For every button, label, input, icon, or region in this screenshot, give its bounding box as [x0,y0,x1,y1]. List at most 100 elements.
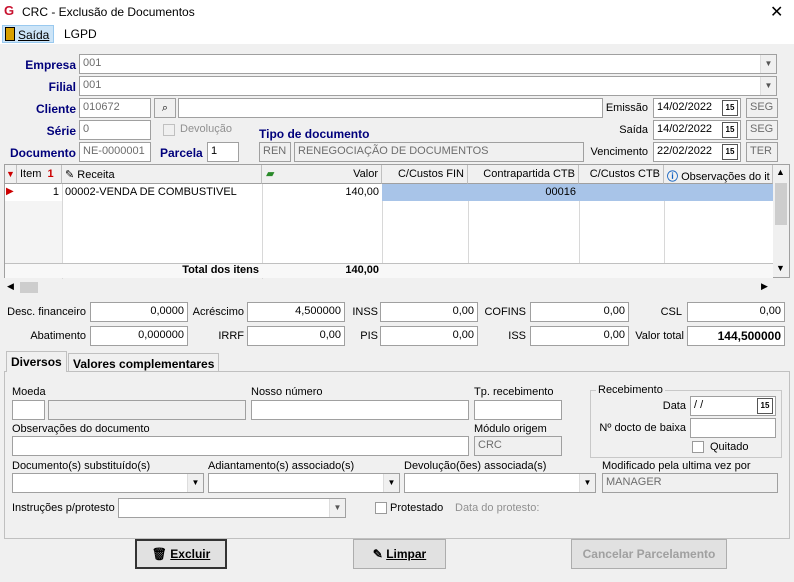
chevron-down-icon[interactable]: ▼ [383,474,399,492]
limpar-label: Limpar [386,547,427,561]
empresa-value: 001 [83,57,102,69]
menu-lgpd[interactable]: LGPD [64,27,97,41]
scroll-right-icon[interactable]: ▶ [761,281,768,292]
irrf-label: IRRF [218,330,244,342]
limpar-button[interactable]: ✎ Limpar [353,539,446,569]
protestado-checkbox[interactable] [375,502,387,514]
close-icon[interactable]: ✕ [770,2,783,22]
scroll-down-icon[interactable]: ▼ [776,263,785,273]
devolucao-label: Devolução [180,123,232,135]
scroll-left-icon[interactable]: ◀ [7,281,14,292]
instrucoes-select[interactable]: ▼ [118,498,346,518]
data-protesto-label: Data do protesto: [455,502,540,514]
desc-fin-input[interactable]: 0,0000 [90,302,188,322]
cofins-input[interactable]: 0,00 [530,302,629,322]
chevron-down-icon[interactable]: ▼ [579,474,595,492]
emissao-day: SEG [746,98,778,118]
devolucao-checkbox[interactable] [163,124,175,136]
acrescimo-input[interactable]: 4,500000 [247,302,345,322]
tab-valores-complementares[interactable]: Valores complementares [68,353,220,372]
cell-receita: 00002-VENDA DE COMBUSTIVEL [65,186,237,198]
protestado-label: Protestado [390,502,444,514]
col-item[interactable]: Item 1 [17,165,62,184]
menu-saida-label: Saída [18,28,50,42]
abatimento-label: Abatimento [30,330,86,342]
trash-icon: 🗑 [151,547,167,561]
moeda-code-input[interactable] [12,400,45,420]
total-row: Total dos itens 140,00 [5,263,773,278]
cancelar-parcelamento-button[interactable]: Cancelar Parcelamento [571,539,727,569]
empresa-select[interactable]: 001 ▼ [79,54,777,74]
scroll-thumb[interactable] [775,183,787,225]
cancelar-label: Cancelar Parcelamento [582,547,716,561]
calendar-icon[interactable]: 15 [757,398,773,414]
csl-input[interactable]: 0,00 [687,302,785,322]
col-valor[interactable]: ▰ Valor [262,165,382,184]
tp-recebimento-label: Tp. recebimento [474,386,554,398]
col-ccustos-fin[interactable]: C/Custos FIN [382,165,468,184]
cliente-code-input[interactable]: 010672 [79,98,151,118]
serie-input[interactable]: 0 [79,120,151,140]
col-observacoes[interactable]: ⓘ Observações do it [664,165,773,184]
tp-recebimento-input[interactable] [474,400,562,420]
chevron-down-icon[interactable]: ▼ [760,55,776,73]
items-grid[interactable]: ▼ Item 1 ✎ Receita ▰ Valor C/Custos FIN … [4,164,790,280]
recebimento-data-input[interactable]: / / 15 [690,396,776,416]
adiant-select[interactable]: ▼ [208,473,400,493]
col-item-label: Item [20,168,42,180]
saida-date-input[interactable]: 14/02/2022 15 [653,120,741,140]
serie-label: Série [46,124,76,138]
parcela-input[interactable]: 1 [207,142,239,162]
emissao-label: Emissão [605,102,648,114]
table-row[interactable]: ▶ 1 00002-VENDA DE COMBUSTIVEL 140,00 00… [5,184,773,201]
chevron-down-icon[interactable]: ▼ [760,77,776,95]
doc-subst-select[interactable]: ▼ [12,473,204,493]
nosso-numero-input[interactable] [251,400,469,420]
obs-doc-input[interactable] [12,436,469,456]
tipo-doc-label: Tipo de documento [259,127,370,141]
quitado-checkbox[interactable] [692,441,704,453]
menu-saida[interactable]: Saída [2,25,54,43]
desc-fin-label: Desc. financeiro [7,306,86,318]
filial-select[interactable]: 001 ▼ [79,76,777,96]
calendar-icon[interactable]: 15 [722,100,738,116]
vencimento-date-input[interactable]: 22/02/2022 15 [653,142,741,162]
chevron-down-icon[interactable]: ▼ [329,499,345,517]
calendar-icon[interactable]: 15 [722,122,738,138]
scroll-thumb[interactable] [20,282,38,293]
documento-input[interactable]: NE-0000001 [79,142,151,162]
col-receita[interactable]: ✎ Receita [62,165,262,184]
emissao-date-input[interactable]: 14/02/2022 15 [653,98,741,118]
chevron-down-icon[interactable]: ▼ [187,474,203,492]
horizontal-scrollbar[interactable]: ◀ ▶ [4,279,790,296]
calendar-icon[interactable]: 15 [722,144,738,160]
down-arrow-icon: ▼ [6,169,15,179]
tipo-doc-code: REN [259,142,291,162]
col-contrapartida[interactable]: Contrapartida CTB [468,165,579,184]
cell-ccustos-fin [382,184,468,188]
recebimento-group-label: Recebimento [596,384,665,396]
modulo-origem-input: CRC [474,436,562,456]
docto-baixa-input[interactable] [690,418,776,438]
cell-item: 1 [52,186,59,198]
vertical-scrollbar[interactable]: ▲ ▼ [773,165,789,277]
empty-area-shade [5,201,62,264]
col-ccustos-ctb[interactable]: C/Custos CTB [579,165,664,184]
quitado-label: Quitado [710,441,749,453]
pis-input[interactable]: 0,00 [380,326,478,346]
excluir-button[interactable]: 🗑 Excluir [135,539,227,569]
moeda-desc-input [48,400,246,420]
irrf-input[interactable]: 0,00 [247,326,345,346]
tab-diversos[interactable]: Diversos [6,351,67,372]
iss-input[interactable]: 0,00 [530,326,629,346]
col-valor-label: Valor [353,168,378,180]
acrescimo-label: Acréscimo [192,306,244,318]
binoculars-search-icon[interactable]: ⌕ [154,98,176,118]
cliente-name-input[interactable] [178,98,603,118]
documento-label: Documento [10,146,76,160]
abatimento-input[interactable]: 0,000000 [90,326,188,346]
devol-select[interactable]: ▼ [404,473,596,493]
inss-input[interactable]: 0,00 [380,302,478,322]
window-title: CRC - Exclusão de Documentos [22,5,195,19]
scroll-up-icon[interactable]: ▲ [776,167,785,177]
